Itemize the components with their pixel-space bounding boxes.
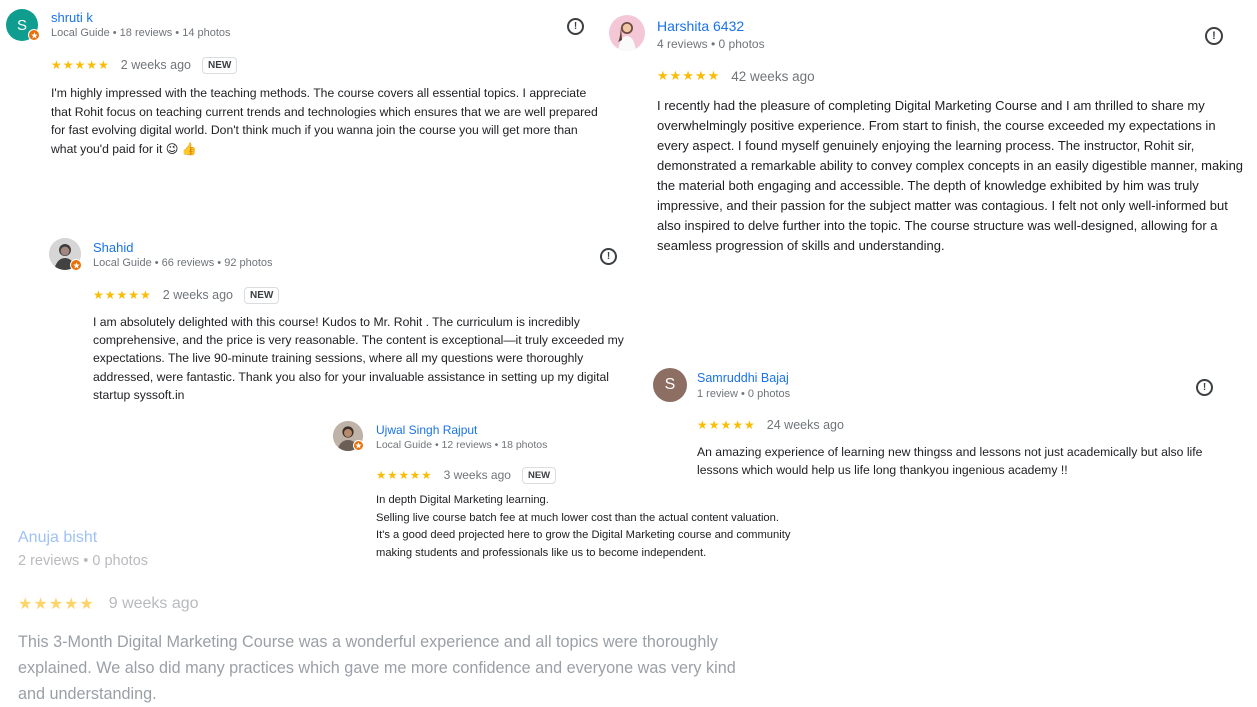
review-text: An amazing experience of learning new th… (697, 445, 1203, 477)
review-text-line: It's a good deed projected here to grow … (376, 529, 791, 542)
local-guide-badge-icon (28, 29, 40, 41)
reviewer-meta: Local Guide • 66 reviews • 92 photos (93, 257, 273, 269)
reviewer-meta: 1 review • 0 photos (697, 388, 791, 400)
review-text-line: making students and professionals like u… (376, 547, 707, 560)
reviewer-name[interactable]: Shahid (93, 240, 133, 255)
new-badge: NEW (201, 56, 238, 74)
star-rating: ★★★★★ (51, 58, 110, 72)
review-date: 9 weeks ago (108, 595, 199, 612)
report-icon[interactable]: ! (567, 18, 584, 35)
reviewer-name[interactable]: Anuja bisht (18, 529, 97, 547)
review-text: I recently had the pleasure of completin… (657, 98, 1244, 253)
report-icon[interactable]: ! (1205, 27, 1223, 45)
reviewer-name[interactable]: shruti k (51, 10, 93, 25)
star-rating: ★★★★★ (657, 68, 721, 83)
reviewer-name[interactable]: Samruddhi Bajaj (697, 371, 789, 385)
reviewer-meta: 4 reviews • 0 photos (657, 37, 765, 51)
avatar[interactable] (609, 15, 645, 51)
report-icon[interactable]: ! (600, 248, 617, 265)
local-guide-badge-icon (70, 259, 82, 271)
review-text-line: In depth Digital Marketing learning. (376, 494, 549, 506)
local-guide-badge-icon (353, 440, 364, 451)
review-date: 2 weeks ago (120, 58, 191, 72)
review-text-line: Selling live course batch fee at much lo… (376, 511, 779, 524)
new-badge: NEW (243, 286, 280, 304)
review-text: In depth Digital Marketing learning. Sel… (376, 492, 856, 563)
reviewer-meta: Local Guide • 18 reviews • 14 photos (51, 27, 231, 39)
reviewer-name[interactable]: Ujwal Singh Rajput (376, 423, 477, 437)
avatar[interactable]: S (653, 368, 687, 402)
star-rating: ★★★★★ (18, 596, 95, 613)
review-date: 3 weeks ago (443, 468, 511, 482)
reviewer-name[interactable]: Harshita 6432 (657, 18, 744, 34)
review-text: This 3-Month Digital Marketing Course wa… (18, 633, 736, 703)
review-date: 24 weeks ago (766, 418, 844, 432)
star-rating: ★★★★★ (376, 470, 433, 482)
reviewer-meta: 2 reviews • 0 photos (18, 553, 149, 569)
new-badge: NEW (521, 466, 557, 484)
star-rating: ★★★★★ (697, 418, 756, 432)
star-rating: ★★★★★ (93, 288, 152, 302)
review-date: 42 weeks ago (731, 68, 815, 84)
reviewer-meta: Local Guide • 12 reviews • 18 photos (376, 439, 548, 451)
review-text: I am absolutely delighted with this cour… (93, 315, 624, 402)
report-icon[interactable]: ! (1196, 379, 1213, 396)
review-text: I'm highly impressed with the teaching m… (51, 86, 598, 156)
review-date: 2 weeks ago (162, 288, 233, 302)
